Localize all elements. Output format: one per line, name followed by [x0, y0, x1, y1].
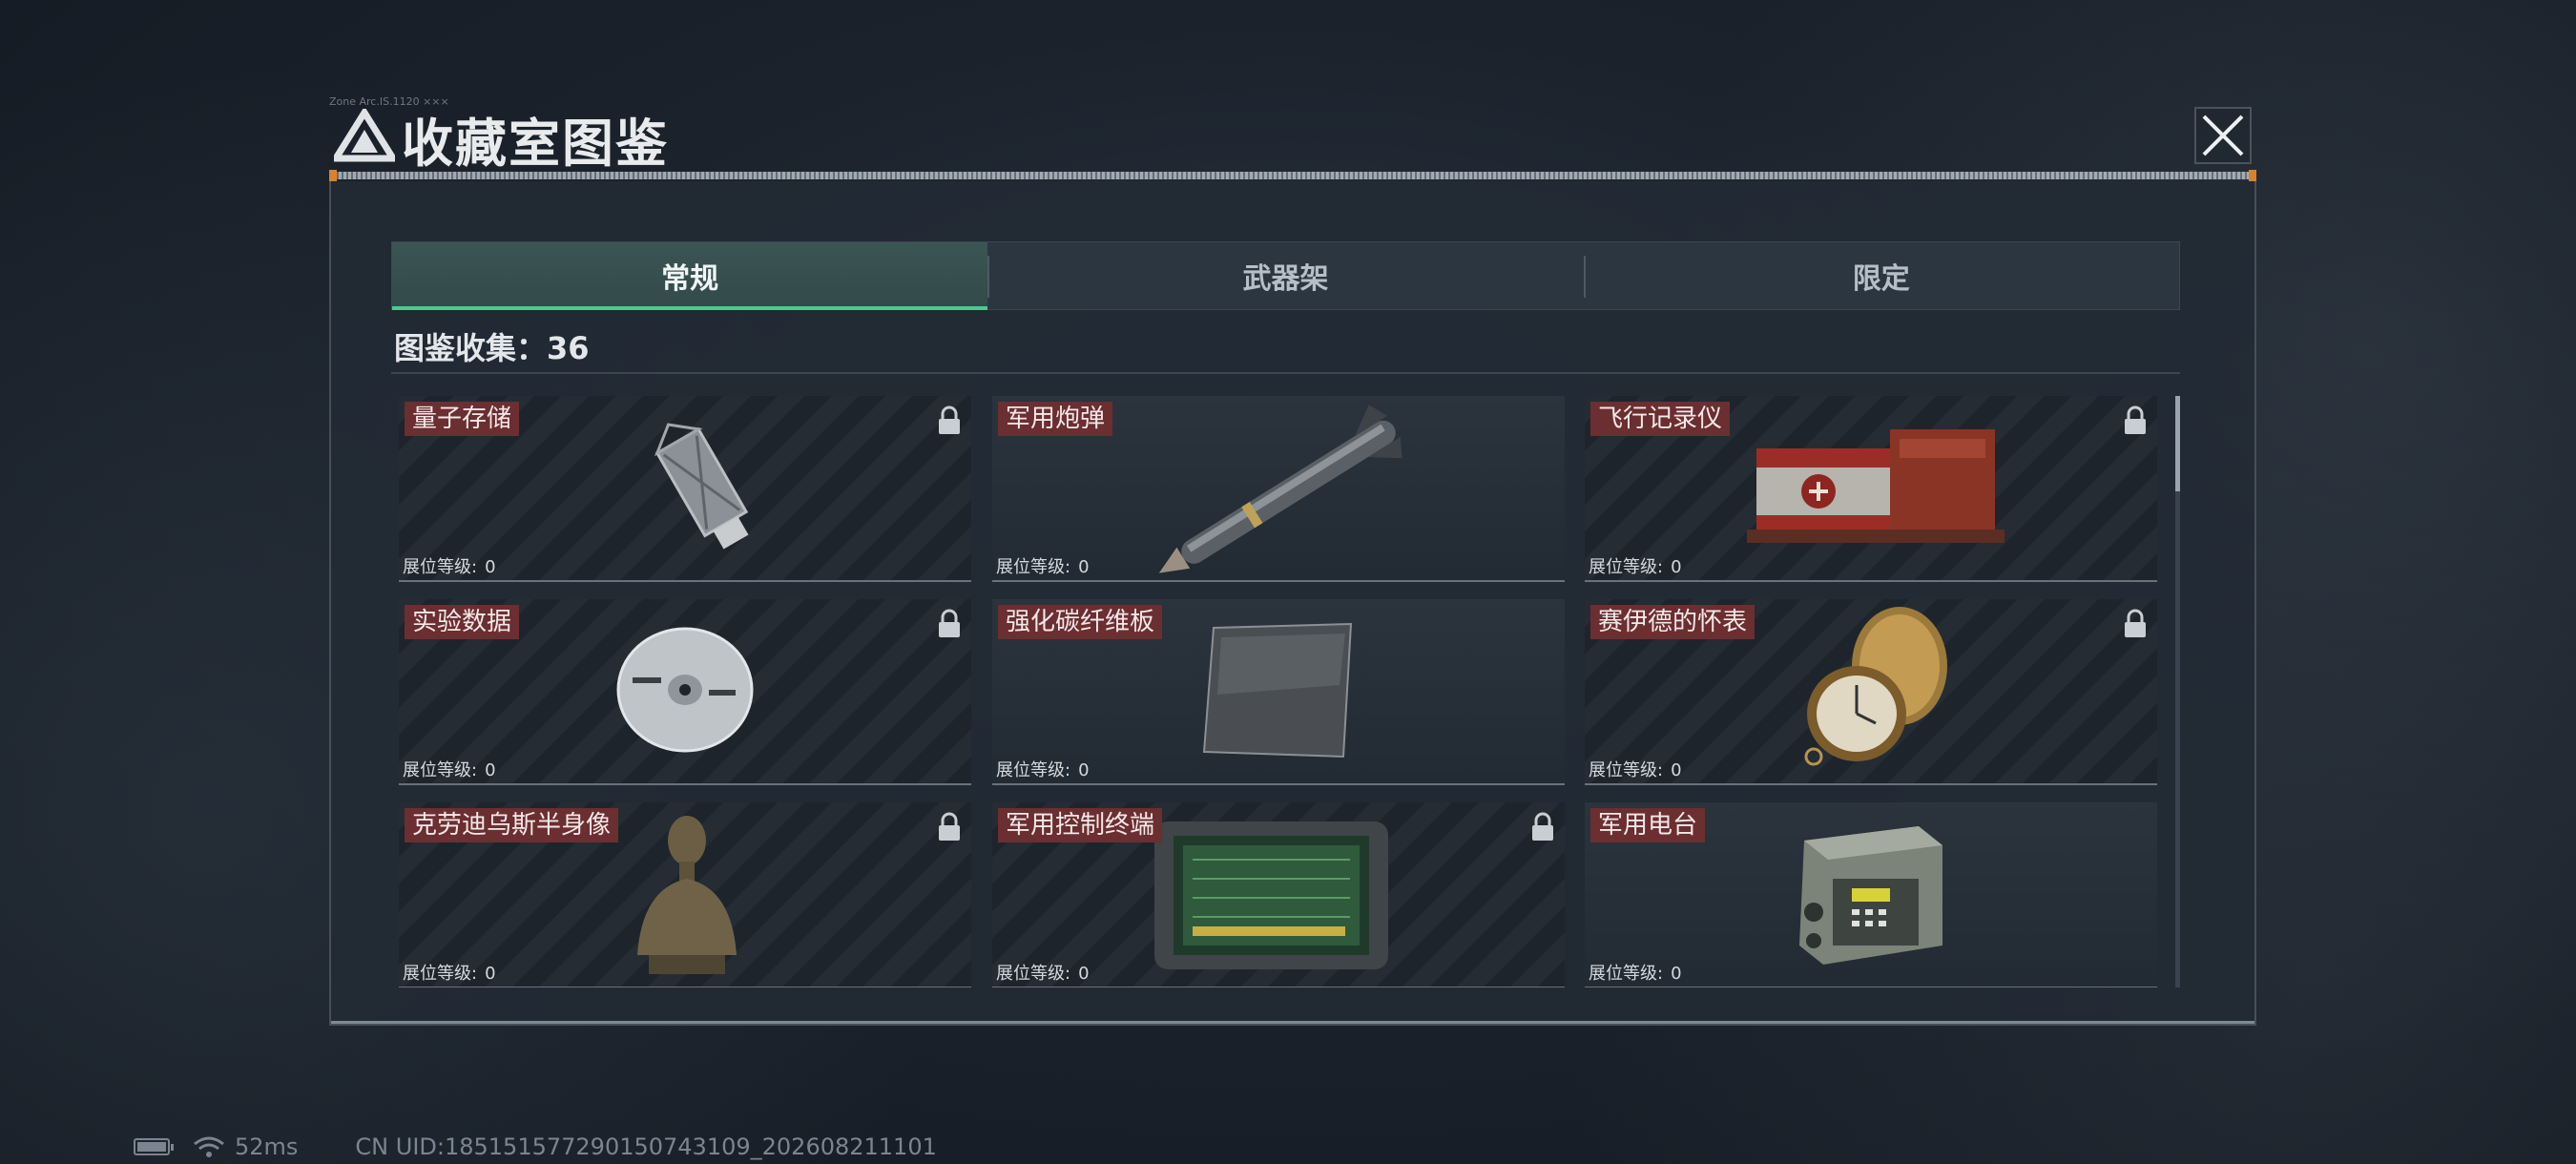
header-accent-left [329, 170, 337, 181]
booth-level-value: 0 [1078, 964, 1090, 984]
close-icon [2202, 114, 2244, 156]
modal-bottom-border [331, 1021, 2254, 1024]
booth-level-value: 0 [1671, 760, 1682, 780]
booth-level: 展位等级: 0 [403, 960, 496, 985]
lock-icon [939, 405, 960, 434]
item-card-military-radio[interactable]: 军用电台 展位等级: 0 [1585, 802, 2157, 987]
grid-scrollbar[interactable] [2175, 396, 2180, 987]
booth-level-label: 展位等级: [1589, 964, 1664, 984]
lock-icon [2125, 609, 2146, 637]
header-divider [329, 172, 2256, 179]
collection-divider [391, 372, 2180, 374]
tab-label: 常规 [661, 262, 719, 296]
booth-level-value: 0 [1078, 557, 1090, 577]
scrollbar-thumb[interactable] [2175, 396, 2180, 491]
tab-bar: 常规 武器架 限定 [391, 241, 2180, 310]
item-name: 军用炮弹 [998, 402, 1113, 436]
item-card-experiment-data[interactable]: 实验数据 展位等级: 0 [399, 599, 971, 785]
booth-level-label: 展位等级: [996, 964, 1071, 984]
booth-level-label: 展位等级: [403, 557, 478, 577]
item-card-carbon-fiber-plate[interactable]: 强化碳纤维板 展位等级: 0 [992, 599, 1565, 785]
booth-level-value: 0 [1078, 760, 1090, 780]
header-accent-right [2249, 170, 2256, 181]
collection-count: 图鉴收集：36 [394, 324, 590, 368]
booth-level-label: 展位等级: [403, 964, 478, 984]
booth-level: 展位等级: 0 [1589, 553, 1682, 578]
item-name: 军用控制终端 [998, 808, 1163, 842]
booth-level-value: 0 [1671, 964, 1682, 984]
booth-level-label: 展位等级: [403, 760, 478, 780]
item-name: 克劳迪乌斯半身像 [405, 808, 619, 842]
booth-level: 展位等级: 0 [996, 960, 1090, 985]
uid-text: CN UID:185151577290150743109_20260821110… [355, 1133, 937, 1160]
booth-level-value: 0 [1671, 557, 1682, 577]
booth-level: 展位等级: 0 [996, 757, 1090, 781]
booth-level-value: 0 [485, 964, 496, 984]
item-card-military-terminal[interactable]: 军用控制终端 展位等级: 0 [992, 802, 1565, 987]
wifi-icon [194, 1136, 224, 1157]
item-card-quantum-storage[interactable]: 量子存储 展位等级: 0 [399, 396, 971, 582]
lock-icon [939, 812, 960, 841]
item-grid: 量子存储 展位等级: 0 军用炮弹 展位等级: 0 飞行记录仪 展位等级: 0 … [399, 396, 2164, 987]
booth-level: 展位等级: 0 [996, 553, 1090, 578]
tab-limited[interactable]: 限定 [1583, 242, 2179, 309]
item-name: 赛伊德的怀表 [1590, 605, 1755, 639]
status-bar: 52ms CN UID:185151577290150743109_202608… [134, 1133, 937, 1160]
battery-fill [137, 1142, 166, 1152]
booth-level-label: 展位等级: [996, 557, 1071, 577]
item-name: 军用电台 [1590, 808, 1706, 842]
item-card-flight-recorder[interactable]: 飞行记录仪 展位等级: 0 [1585, 396, 2157, 582]
tab-label: 武器架 [1242, 262, 1329, 296]
booth-level-label: 展位等级: [1589, 557, 1664, 577]
tab-weapon-rack[interactable]: 武器架 [987, 242, 1583, 309]
tab-label: 限定 [1852, 262, 1910, 296]
item-name: 飞行记录仪 [1590, 402, 1731, 436]
collection-modal: Zone Arc.IS.1120 ××× 收藏室图鉴 常规 武器架 限定 图鉴收… [329, 95, 2256, 1026]
item-name: 量子存储 [405, 402, 520, 436]
booth-level: 展位等级: 0 [403, 553, 496, 578]
booth-level-label: 展位等级: [1589, 760, 1664, 780]
item-name: 强化碳纤维板 [998, 605, 1163, 639]
lock-icon [2125, 405, 2146, 434]
ping-text: 52ms [235, 1133, 299, 1160]
booth-level: 展位等级: 0 [1589, 960, 1682, 985]
booth-level-label: 展位等级: [996, 760, 1071, 780]
item-card-claudius-bust[interactable]: 克劳迪乌斯半身像 展位等级: 0 [399, 802, 971, 987]
booth-level-value: 0 [485, 557, 496, 577]
lock-icon [939, 609, 960, 637]
close-button[interactable] [2194, 107, 2252, 164]
modal-title: 收藏室图鉴 [402, 114, 669, 174]
collection-count-value: 36 [547, 330, 590, 366]
item-name: 实验数据 [405, 605, 520, 639]
collection-label: 图鉴收集： [394, 330, 548, 366]
booth-level-value: 0 [485, 760, 496, 780]
item-card-military-shell[interactable]: 军用炮弹 展位等级: 0 [992, 396, 1565, 582]
battery-icon [134, 1138, 174, 1155]
booth-level: 展位等级: 0 [1589, 757, 1682, 781]
modal-header: Zone Arc.IS.1120 ××× 收藏室图鉴 [329, 95, 2256, 181]
tab-regular[interactable]: 常规 [392, 242, 988, 310]
item-card-pocket-watch[interactable]: 赛伊德的怀表 展位等级: 0 [1585, 599, 2157, 785]
lock-icon [1532, 812, 1553, 841]
booth-level: 展位等级: 0 [403, 757, 496, 781]
logo-icon [334, 109, 395, 162]
